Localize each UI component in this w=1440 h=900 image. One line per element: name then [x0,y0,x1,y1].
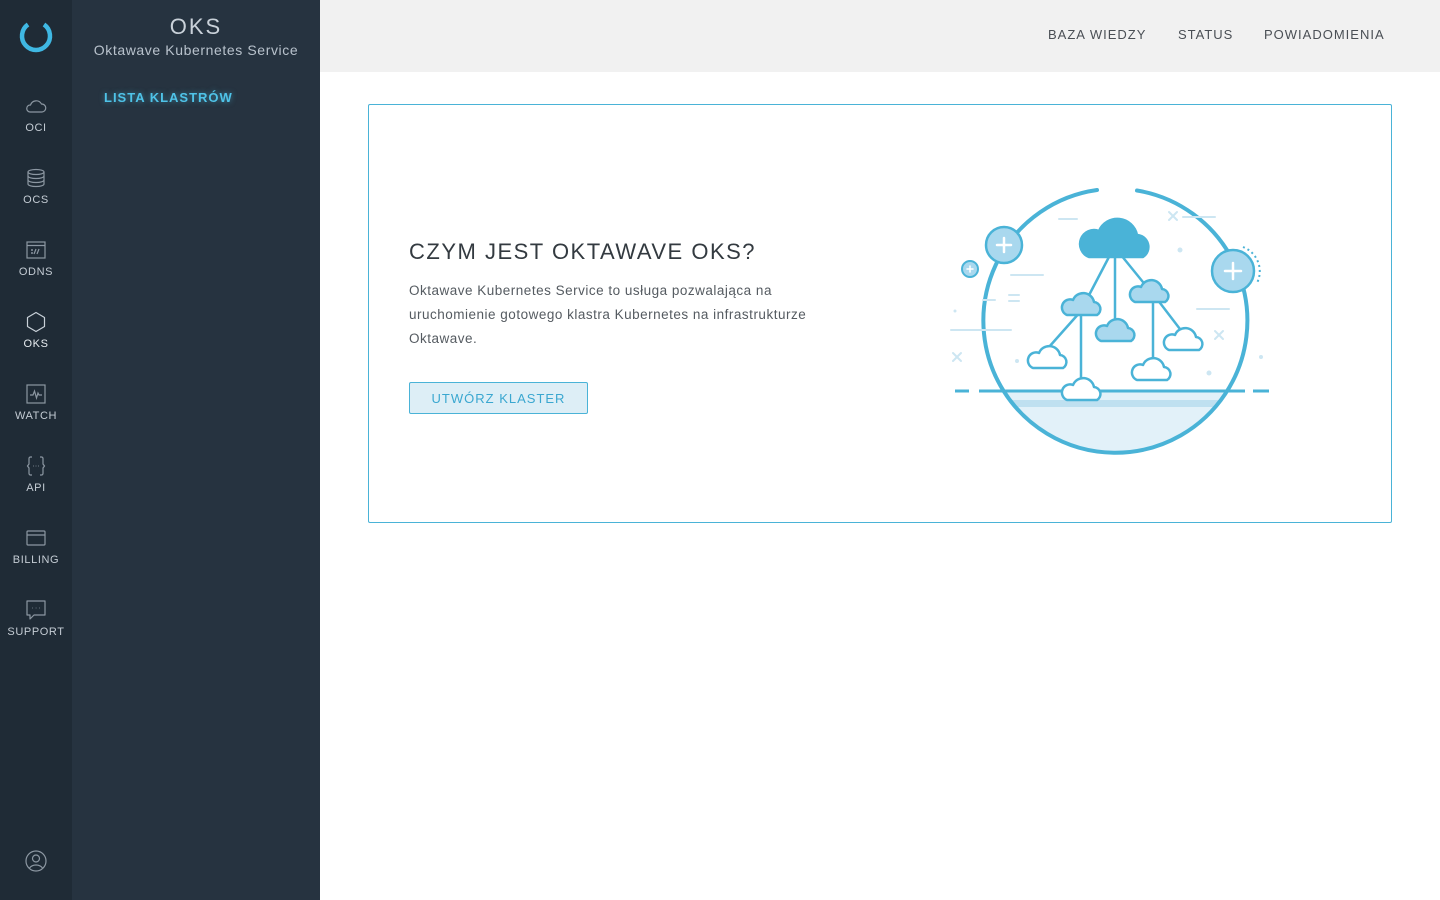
braces-icon [26,456,46,476]
nav-status[interactable]: STATUS [1178,27,1233,42]
rail-item-oks[interactable]: OKS [0,302,72,374]
service-title: OKS [169,14,223,39]
user-account-icon[interactable] [24,849,48,873]
top-bar: BAZA WIEDZY STATUS POWIADOMIENIA [320,0,1440,72]
create-cluster-button[interactable]: UTWÓRZ KLASTER [409,382,588,414]
rail-item-label: API [26,482,46,494]
chat-icon [26,600,46,620]
rail-item-support[interactable]: SUPPORT [0,590,72,662]
service-subtitle: Oktawave Kubernetes Service [93,42,299,58]
card-description: Oktawave Kubernetes Service to usługa po… [409,283,807,346]
rail-item-api[interactable]: API [0,446,72,518]
rail-item-label: ODNS [18,266,54,278]
rail-item-label: SUPPORT [7,626,65,638]
rail-item-label: OCI [25,122,47,134]
cloud-icon [26,100,47,113]
cloud-cluster-illustration [950,188,1269,455]
card-title: CZYM JEST OKTAWAVE OKS? [409,239,757,264]
service-sidebar: OKS Oktawave Kubernetes Service LISTA KL… [72,0,320,900]
rail-item-oci[interactable]: OCI [0,86,72,158]
nav-knowledge-base[interactable]: BAZA WIEDZY [1048,27,1146,42]
nav-notifications[interactable]: POWIADOMIENIA [1264,27,1385,42]
credit-card-icon [26,530,46,546]
rail-item-ocs[interactable]: OCS [0,158,72,230]
rail-item-billing[interactable]: BILLING [0,518,72,590]
dns-icon [26,241,46,259]
oktawave-logo-icon[interactable] [18,18,54,54]
monitor-pulse-icon [26,384,46,404]
hexagon-icon [26,311,46,333]
rail-item-label: OCS [23,194,49,206]
sidebar-item-cluster-list[interactable]: LISTA KLASTRÓW [104,90,233,105]
icon-rail: OCI OCS ODNS OKS WATCH API BILLING SUPPO… [0,0,72,900]
rail-item-label: WATCH [14,410,58,422]
rail-item-label: BILLING [12,554,60,566]
oks-intro-card: CZYM JEST OKTAWAVE OKS? Oktawave Kuberne… [368,104,1392,523]
database-icon [27,168,45,188]
rail-item-label: OKS [23,338,49,350]
rail-item-watch[interactable]: WATCH [0,374,72,446]
rail-item-odns[interactable]: ODNS [0,230,72,302]
